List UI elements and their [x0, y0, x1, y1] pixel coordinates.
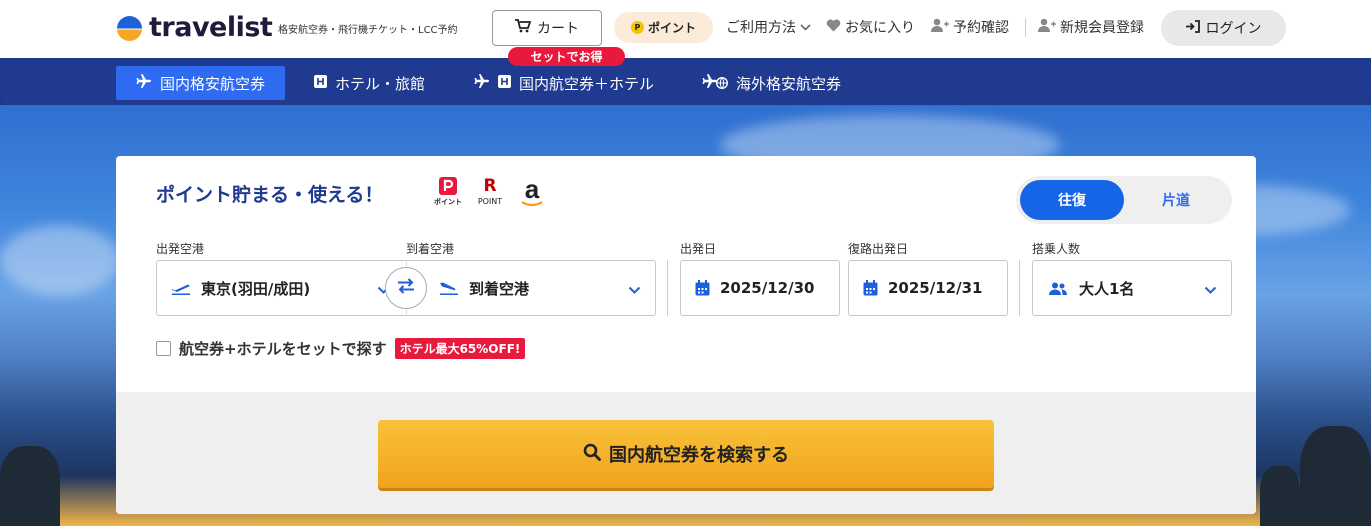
chevron-down-icon [628, 281, 641, 299]
swap-airports-button[interactable] [385, 267, 427, 309]
tab-international[interactable]: 海外格安航空券 [702, 66, 841, 100]
rakuten-logo-text: POINT [477, 197, 503, 206]
passengers-label: 搭乗人数 [1032, 242, 1081, 256]
amazon-logo-icon: a [516, 176, 548, 208]
logo-mark-icon [116, 15, 143, 42]
takeoff-icon [171, 281, 191, 295]
field-divider [667, 260, 668, 316]
field-divider [1019, 260, 1020, 316]
search-icon [583, 443, 601, 466]
departure-date-label: 出発日 [680, 242, 717, 256]
amazon-logo-letter: a [524, 174, 540, 204]
points-label: ポイント [647, 21, 696, 35]
hotel-discount-badge: ホテル最大65%OFF! [394, 338, 526, 359]
search-flights-label: 国内航空券を検索する [609, 445, 789, 466]
hotel-set-label[interactable]: 航空券+ホテルをセットで探す [179, 338, 387, 359]
return-date-value: 2025/12/31 [888, 279, 983, 297]
chevron-down-icon [1204, 281, 1217, 299]
round-trip-option[interactable]: 往復 [1020, 180, 1124, 220]
travelist-logo[interactable]: travelist [116, 12, 273, 43]
airplane-globe-icon [702, 73, 729, 93]
departure-date-value: 2025/12/30 [720, 279, 815, 297]
heart-icon [826, 19, 841, 36]
return-date-label: 復路出発日 [848, 242, 909, 256]
rakuten-point-logo-icon: R POINT [474, 176, 506, 208]
paypay-logo-text: ポイント [434, 198, 462, 206]
cart-button[interactable]: カート [492, 10, 602, 46]
arrival-airport-select[interactable]: 到着空港 [407, 261, 655, 315]
departure-airport-select[interactable]: 東京(羽田/成田) [157, 261, 406, 315]
nav-divider [1025, 18, 1026, 37]
user-plus-icon [1038, 18, 1056, 36]
calendar-icon [863, 280, 878, 296]
trip-type-toggle: 往復 片道 [1016, 176, 1232, 224]
landing-icon [439, 281, 459, 295]
tab-domestic-flights[interactable]: 国内格安航空券 [116, 66, 286, 100]
site-header: travelist 格安航空券・飛行機チケット・LCC予約 カート P ポイント… [0, 0, 1371, 58]
hotel-set-option: 航空券+ホテルをセットで探す ホテル最大65%OFF! [156, 338, 526, 359]
departure-airport-label: 出発空港 [156, 242, 205, 256]
passengers-select[interactable]: 大人1名 [1032, 260, 1232, 316]
nav-reservation-label: 予約確認 [953, 20, 1009, 36]
nav-usage[interactable]: ご利用方法 [726, 17, 811, 37]
hotel-set-checkbox[interactable] [156, 341, 171, 356]
points-button[interactable]: P ポイント [614, 12, 713, 43]
login-label: ログイン [1205, 21, 1262, 37]
arrival-airport-label: 到着空港 [406, 242, 455, 256]
flight-search-card: ポイント貯まる・使える！ ポイント R POINT a 往復 片道 出発空港 到… [116, 156, 1256, 514]
nav-register[interactable]: 新規会員登録 [1038, 17, 1144, 37]
departure-airport-value: 東京(羽田/成田) [201, 279, 311, 298]
sign-in-icon [1185, 19, 1200, 37]
nav-usage-label: ご利用方法 [726, 20, 796, 36]
user-check-icon [931, 18, 949, 36]
tab-flight-hotel[interactable]: 国内航空券＋ホテル [474, 66, 654, 100]
search-flights-button[interactable]: 国内航空券を検索する [378, 420, 994, 488]
points-promo-text: ポイント貯まる・使える！ [156, 184, 384, 206]
tab-hotels-label: ホテル・旅館 [335, 74, 426, 93]
tab-flight-hotel-label: 国内航空券＋ホテル [519, 74, 655, 93]
chevron-down-icon [800, 19, 811, 35]
arrival-airport-value: 到着空港 [469, 279, 530, 298]
swap-arrows-icon [397, 278, 415, 298]
logo-text: travelist [149, 12, 273, 43]
rock-formation [1260, 466, 1300, 526]
nav-favorites[interactable]: お気に入り [826, 17, 915, 37]
airplane-icon [136, 74, 152, 92]
tab-hotels[interactable]: ホテル・旅館 [314, 66, 425, 100]
one-way-option[interactable]: 片道 [1124, 180, 1228, 220]
rock-formation [0, 446, 60, 526]
point-coin-icon: P [630, 21, 644, 34]
tab-domestic-flights-label: 国内格安航空券 [160, 74, 266, 93]
paypay-logo-icon: ポイント [432, 176, 464, 208]
login-button[interactable]: ログイン [1161, 10, 1286, 46]
cloud [0, 225, 120, 295]
tab-international-label: 海外格安航空券 [736, 74, 842, 93]
return-date-input[interactable]: 2025/12/31 [848, 260, 1008, 316]
nav-reservation[interactable]: 予約確認 [931, 17, 1009, 37]
nav-favorites-label: お気に入り [845, 20, 915, 36]
cart-icon [515, 19, 532, 37]
set-discount-badge: セットでお得 [508, 47, 625, 66]
passengers-value: 大人1名 [1079, 279, 1135, 298]
rakuten-logo-letter: R [483, 176, 497, 196]
cart-label: カート [537, 21, 579, 37]
users-icon [1049, 282, 1067, 295]
departure-date-input[interactable]: 2025/12/30 [680, 260, 840, 316]
calendar-icon [695, 280, 710, 296]
hotel-icon [498, 74, 511, 92]
product-tabs: 国内格安航空券 ホテル・旅館 国内航空券＋ホテル 海外格安航空券 [0, 58, 1371, 105]
airplane-icon [474, 74, 490, 92]
hotel-icon [314, 74, 327, 92]
site-tagline: 格安航空券・飛行機チケット・LCC予約 [278, 25, 458, 36]
nav-register-label: 新規会員登録 [1060, 20, 1144, 36]
rock-formation [1300, 426, 1371, 526]
